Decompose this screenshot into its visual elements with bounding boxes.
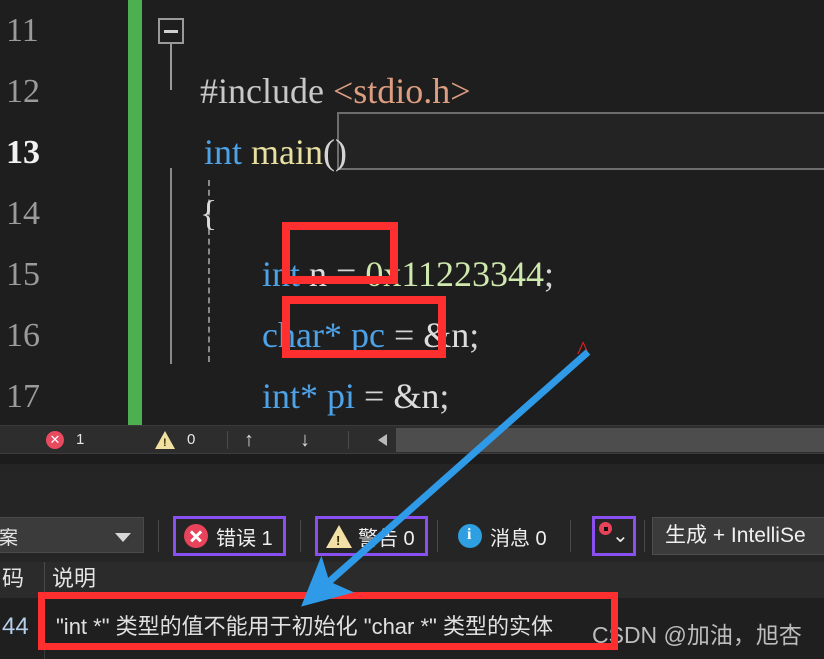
function-name-main: main <box>251 132 323 172</box>
code-line-13[interactable]: int main() <box>142 122 824 183</box>
build-intellisense-dropdown[interactable]: 生成 + IntelliSe <box>652 517 824 555</box>
divider <box>158 520 159 552</box>
semicolon: ; <box>544 254 555 294</box>
messages-filter-button[interactable]: 消息 0 <box>450 516 557 556</box>
error-circle-icon <box>184 524 208 548</box>
annotation-box-error-message <box>38 592 618 650</box>
screenshot-root: 11 12 13 14 15 16 17 #include <stdio.h> … <box>0 0 824 659</box>
error-squiggle-icon: ^ <box>577 336 590 365</box>
editor-status-scrollbar[interactable]: ✕ 1 0 ↑ ↓ <box>0 425 824 454</box>
scroll-left-arrow-icon[interactable] <box>378 434 387 446</box>
variable-pi: pi <box>327 376 356 416</box>
editor-error-count: 1 <box>76 431 85 448</box>
preprocessor-directive: #include <box>200 71 324 111</box>
divider <box>570 520 571 552</box>
messages-filter-label: 消息 0 <box>490 527 547 550</box>
warnings-filter-button[interactable]: 警告 0 <box>315 516 428 556</box>
warning-triangle-icon <box>326 524 352 548</box>
code-line-11[interactable] <box>142 0 824 61</box>
red-dot-icon <box>599 522 612 535</box>
divider <box>227 431 228 449</box>
filter-funnel-icon: ⌄ <box>612 525 629 547</box>
divider <box>437 520 438 552</box>
chevron-down-icon[interactable] <box>115 533 131 542</box>
annotation-box-int <box>282 222 398 284</box>
info-circle-icon <box>458 524 482 548</box>
csdn-watermark: CSDN @加油，旭杏 <box>592 622 802 648</box>
divider <box>348 431 349 449</box>
prev-issue-icon[interactable]: ↑ <box>244 429 254 452</box>
line-number-column: 11 12 13 14 15 16 17 <box>0 0 118 425</box>
line-number: 12 <box>6 73 40 110</box>
code-text-area[interactable]: #include <stdio.h> int main() { int n = … <box>142 0 824 425</box>
line-number: 16 <box>6 317 40 354</box>
unsaved-changes-indicator <box>128 0 142 425</box>
code-line-17[interactable]: int* pi = &n; <box>142 366 824 425</box>
parens: () <box>323 132 347 172</box>
line-number-current: 13 <box>6 134 40 171</box>
divider <box>644 520 645 552</box>
address-of-n: &n <box>393 376 440 416</box>
next-issue-icon[interactable]: ↓ <box>300 429 310 452</box>
include-header: <stdio.h> <box>332 71 471 111</box>
semicolon: ; <box>439 376 450 416</box>
brace-open: { <box>200 193 218 233</box>
line-number: 15 <box>6 256 40 293</box>
editor-gutter: 11 12 13 14 15 16 17 <box>0 0 128 425</box>
line-number: 17 <box>6 378 40 415</box>
annotation-box-char-pointer <box>282 296 446 358</box>
error-list-toolbar[interactable]: 案 错误 1 警告 0 消息 0 ⌄ 生成 + IntelliSe <box>0 510 824 562</box>
code-line-16[interactable]: char* pc = &n; <box>142 305 824 366</box>
code-line-14[interactable]: { <box>142 183 824 244</box>
line-number: 14 <box>6 195 40 232</box>
code-editor[interactable]: 11 12 13 14 15 16 17 #include <stdio.h> … <box>0 0 824 425</box>
divider <box>300 520 301 552</box>
assign-operator: = <box>355 376 394 416</box>
code-line-15[interactable]: int n = 0x11223344; <box>142 244 824 305</box>
warnings-filter-label: 警告 0 <box>358 527 415 550</box>
warning-triangle-icon[interactable] <box>155 431 175 449</box>
line-number: 11 <box>6 12 39 49</box>
errors-filter-button[interactable]: 错误 1 <box>173 516 286 556</box>
semicolon: ; <box>469 315 480 355</box>
filter-funnel-button[interactable]: ⌄ <box>592 516 636 556</box>
editor-warning-count: 0 <box>187 431 196 448</box>
scope-dropdown[interactable]: 案 <box>0 517 144 553</box>
error-list-panel-top <box>0 472 824 510</box>
keyword-int-pointer: int* <box>262 376 319 416</box>
keyword-int: int <box>204 132 243 172</box>
column-header-description[interactable]: 说明 <box>52 562 96 596</box>
scope-dropdown-value: 案 <box>0 528 19 549</box>
horizontal-scrollbar-thumb[interactable] <box>396 428 824 452</box>
errors-filter-label: 错误 1 <box>216 527 273 550</box>
error-circle-icon[interactable]: ✕ <box>46 431 64 449</box>
